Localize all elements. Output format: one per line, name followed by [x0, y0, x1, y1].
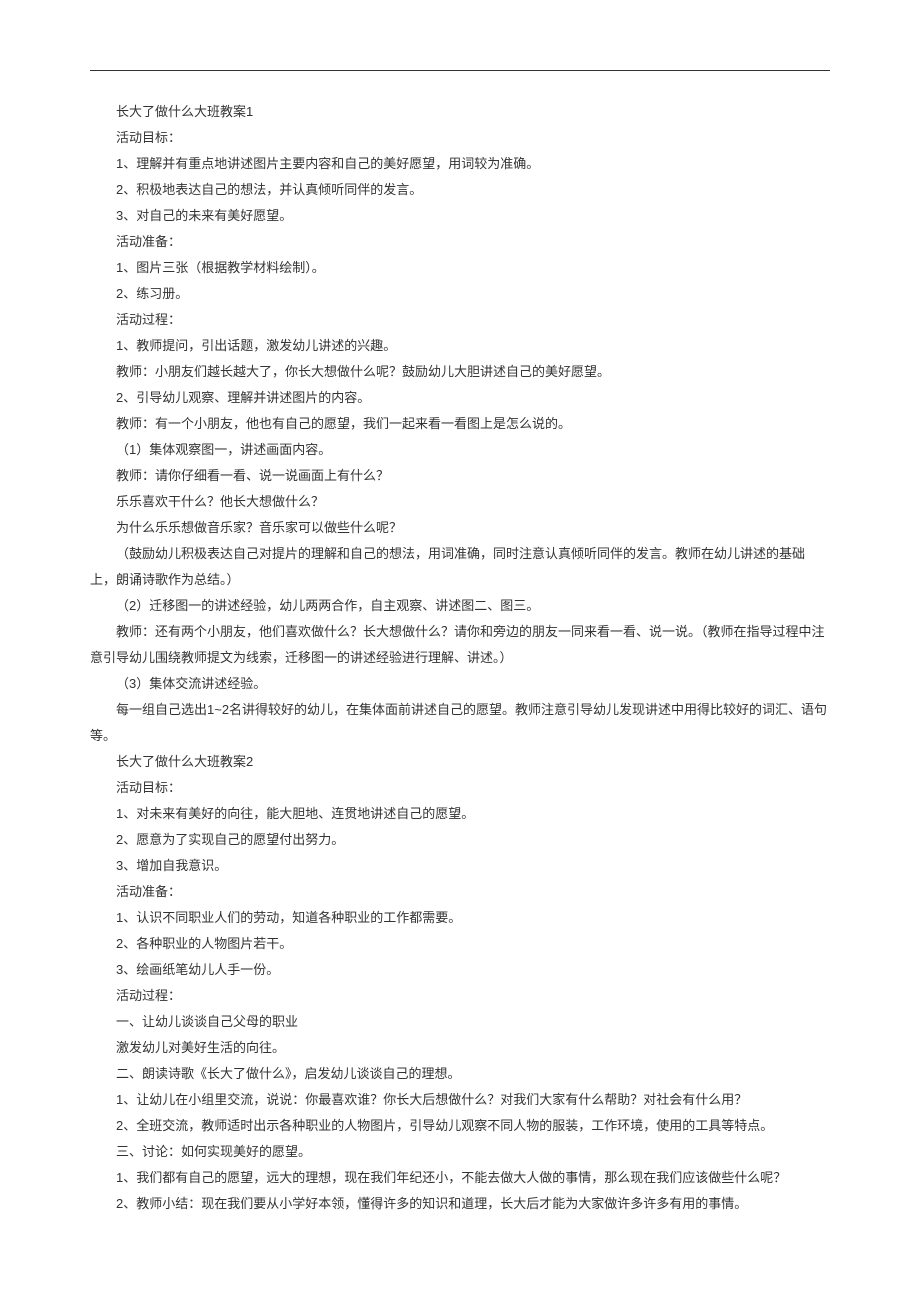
- paragraph: 活动目标：: [90, 125, 830, 151]
- paragraph: 2、教师小结：现在我们要从小学好本领，懂得许多的知识和道理，长大后才能为大家做许…: [90, 1191, 830, 1217]
- paragraph: 教师：小朋友们越长越大了，你长大想做什么呢？鼓励幼儿大胆讲述自己的美好愿望。: [90, 359, 830, 385]
- paragraph: 活动准备：: [90, 229, 830, 255]
- paragraph: 三、讨论：如何实现美好的愿望。: [90, 1139, 830, 1165]
- paragraph: 活动目标：: [90, 775, 830, 801]
- paragraph: 教师：请你仔细看一看、说一说画面上有什么？: [90, 463, 830, 489]
- horizontal-rule: [90, 70, 830, 71]
- paragraph: 2、引导幼儿观察、理解并讲述图片的内容。: [90, 385, 830, 411]
- paragraph: 一、让幼儿谈谈自己父母的职业: [90, 1009, 830, 1035]
- paragraph: 1、让幼儿在小组里交流，说说：你最喜欢谁？你长大后想做什么？对我们大家有什么帮助…: [90, 1087, 830, 1113]
- paragraph: 3、绘画纸笔幼儿人手一份。: [90, 957, 830, 983]
- paragraph: 教师：有一个小朋友，他也有自己的愿望，我们一起来看一看图上是怎么说的。: [90, 411, 830, 437]
- paragraph: 3、对自己的未来有美好愿望。: [90, 203, 830, 229]
- paragraph: 2、全班交流，教师适时出示各种职业的人物图片，引导幼儿观察不同人物的服装，工作环…: [90, 1113, 830, 1139]
- paragraph: 1、对未来有美好的向往，能大胆地、连贯地讲述自己的愿望。: [90, 801, 830, 827]
- paragraph: （3）集体交流讲述经验。: [90, 671, 830, 697]
- paragraph: 活动过程：: [90, 307, 830, 333]
- paragraph: 1、图片三张（根据教学材料绘制）。: [90, 255, 830, 281]
- paragraph: （鼓励幼儿积极表达自己对提片的理解和自己的想法，用词准确，同时注意认真倾听同伴的…: [90, 541, 830, 593]
- paragraph: 1、认识不同职业人们的劳动，知道各种职业的工作都需要。: [90, 905, 830, 931]
- paragraph: 2、练习册。: [90, 281, 830, 307]
- paragraph: （1）集体观察图一，讲述画面内容。: [90, 437, 830, 463]
- paragraph: 二、朗读诗歌《长大了做什么》，启发幼儿谈谈自己的理想。: [90, 1061, 830, 1087]
- paragraph: （2）迁移图一的讲述经验，幼儿两两合作，自主观察、讲述图二、图三。: [90, 593, 830, 619]
- paragraph: 3、增加自我意识。: [90, 853, 830, 879]
- paragraph: 活动过程：: [90, 983, 830, 1009]
- paragraph: 为什么乐乐想做音乐家？音乐家可以做些什么呢？: [90, 515, 830, 541]
- paragraph: 2、愿意为了实现自己的愿望付出努力。: [90, 827, 830, 853]
- paragraph: 1、理解并有重点地讲述图片主要内容和自己的美好愿望，用词较为准确。: [90, 151, 830, 177]
- paragraph: 每一组自己选出1~2名讲得较好的幼儿，在集体面前讲述自己的愿望。教师注意引导幼儿…: [90, 697, 830, 749]
- paragraph: 长大了做什么大班教案2: [90, 749, 830, 775]
- paragraph: 活动准备：: [90, 879, 830, 905]
- paragraph: 乐乐喜欢干什么？他长大想做什么？: [90, 489, 830, 515]
- paragraph: 1、教师提问，引出话题，激发幼儿讲述的兴趣。: [90, 333, 830, 359]
- paragraph: 1、我们都有自己的愿望，远大的理想，现在我们年纪还小，不能去做大人做的事情，那么…: [90, 1165, 830, 1191]
- paragraph: 2、各种职业的人物图片若干。: [90, 931, 830, 957]
- paragraph: 激发幼儿对美好生活的向往。: [90, 1035, 830, 1061]
- paragraph: 教师：还有两个小朋友，他们喜欢做什么？长大想做什么？请你和旁边的朋友一同来看一看…: [90, 619, 830, 671]
- paragraph: 长大了做什么大班教案1: [90, 99, 830, 125]
- document-body: 长大了做什么大班教案1活动目标：1、理解并有重点地讲述图片主要内容和自己的美好愿…: [90, 99, 830, 1217]
- paragraph: 2、积极地表达自己的想法，并认真倾听同伴的发言。: [90, 177, 830, 203]
